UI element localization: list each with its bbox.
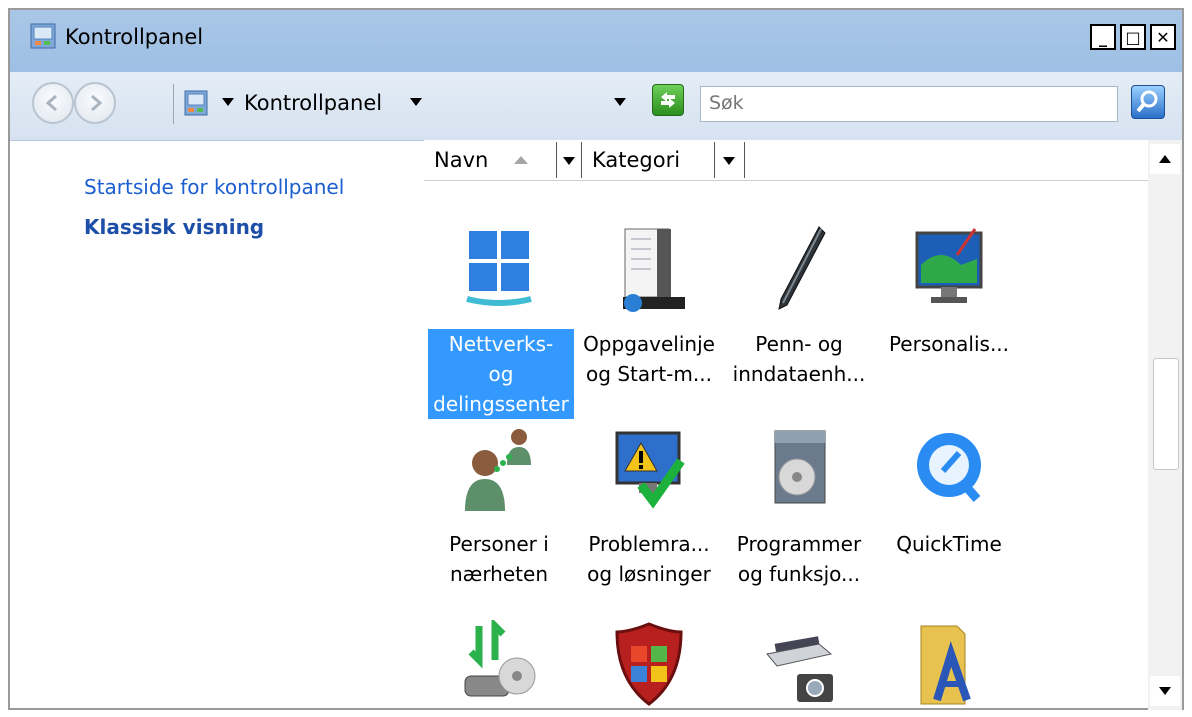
scroll-thumb[interactable] [1153, 358, 1179, 470]
control-panel-icon [30, 23, 56, 49]
item-pen-input-devices[interactable]: Penn- og inndataenh... [724, 225, 874, 386]
programs-icon [774, 430, 826, 504]
forward-arrow-icon [91, 94, 103, 112]
item-label: Problemra... og løsninger [587, 532, 711, 586]
close-button[interactable]: ✕ [1150, 24, 1176, 50]
column-divider[interactable] [714, 142, 715, 178]
column-filter-category-icon[interactable] [723, 157, 735, 165]
forward-button[interactable] [74, 82, 116, 124]
item-security-center[interactable] [574, 620, 724, 710]
item-sync-center[interactable] [424, 620, 574, 710]
control-panel-icon [184, 90, 208, 116]
control-panel-window: Kontrollpanel _ □ ✕ Kontrollpanel Søk St… [8, 8, 1184, 710]
item-personalization[interactable]: Personalis... [874, 225, 1024, 385]
pen-icon [778, 226, 826, 310]
item-label: Nettverks- og delingssenter [428, 329, 574, 419]
item-programs-features[interactable]: Programmer og funksjo... [724, 425, 874, 586]
scroll-down-button[interactable] [1150, 676, 1180, 706]
item-label: QuickTime [896, 532, 1002, 556]
search-input[interactable]: Søk [700, 86, 1118, 122]
window-title: Kontrollpanel [65, 25, 204, 49]
people-near-icon [465, 429, 531, 511]
column-filter-name-icon[interactable] [563, 157, 575, 165]
back-button[interactable] [32, 82, 74, 124]
back-arrow-icon [45, 94, 57, 112]
item-people-near-me[interactable]: Personer i nærheten [424, 425, 574, 586]
refresh-icon [661, 92, 675, 108]
column-header-name[interactable]: Navn [434, 140, 488, 180]
scroll-up-button[interactable] [1150, 144, 1180, 174]
item-label: Programmer og funksjo... [736, 532, 862, 586]
sidebar-item-control-panel-home[interactable]: Startside for kontrollpanel [84, 175, 344, 199]
item-problem-reports[interactable]: Problemra... og løsninger [574, 425, 724, 586]
item-label: Penn- og inndataenh... [732, 332, 866, 386]
scroll-down-arrow-icon [1159, 687, 1171, 695]
sync-icon [464, 620, 536, 697]
sort-ascending-icon [514, 156, 528, 164]
title-bar[interactable]: Kontrollpanel _ □ ✕ [10, 10, 1182, 72]
search-icon [1136, 90, 1158, 113]
item-taskbar-start-menu[interactable]: Oppgavelinje og Start-m... [574, 225, 724, 386]
personalize-icon [915, 228, 983, 303]
breadcrumb-kontrollpanel[interactable]: Kontrollpanel [244, 91, 382, 115]
scanner-camera-icon [766, 636, 833, 702]
network-icon [466, 231, 532, 306]
fonts-icon [920, 625, 971, 705]
item-scanners-cameras[interactable] [724, 620, 874, 710]
security-center-icon [615, 622, 683, 706]
column-header-category[interactable]: Kategori [592, 140, 680, 180]
item-label: Oppgavelinje og Start-m... [583, 332, 715, 386]
item-label: Personalis... [888, 332, 1010, 356]
vertical-scrollbar[interactable] [1148, 140, 1182, 710]
navigation-toolbar: Kontrollpanel Søk [10, 72, 1182, 141]
items-view: maskinvare Navn Kategori Nettverks- og d… [424, 140, 1148, 710]
minimize-button[interactable]: _ [1090, 24, 1116, 50]
column-divider[interactable] [744, 142, 745, 178]
column-divider[interactable] [581, 142, 582, 178]
address-history-dropdown-icon[interactable] [614, 98, 626, 106]
breadcrumb-root-arrow-icon[interactable] [222, 98, 234, 106]
column-headers: Navn Kategori [424, 140, 1148, 181]
item-fonts[interactable] [874, 620, 1024, 710]
sidebar-item-classic-view[interactable]: Klassisk visning [84, 215, 264, 239]
search-button[interactable] [1131, 85, 1165, 119]
column-divider[interactable] [556, 142, 557, 178]
address-bar[interactable]: Kontrollpanel [173, 84, 644, 124]
maximize-button[interactable]: □ [1120, 24, 1146, 50]
refresh-button[interactable] [652, 84, 684, 116]
item-network-sharing-center[interactable]: Nettverks- og delingssenter [424, 225, 574, 425]
breadcrumb-dropdown-arrow-icon[interactable] [410, 98, 422, 106]
scroll-up-arrow-icon [1159, 155, 1171, 163]
item-label: Personer i nærheten [449, 532, 549, 586]
taskbar-icon [623, 228, 685, 312]
problem-reports-icon [615, 431, 685, 509]
item-quicktime[interactable]: QuickTime [874, 425, 1024, 585]
quicktime-icon [917, 433, 981, 502]
